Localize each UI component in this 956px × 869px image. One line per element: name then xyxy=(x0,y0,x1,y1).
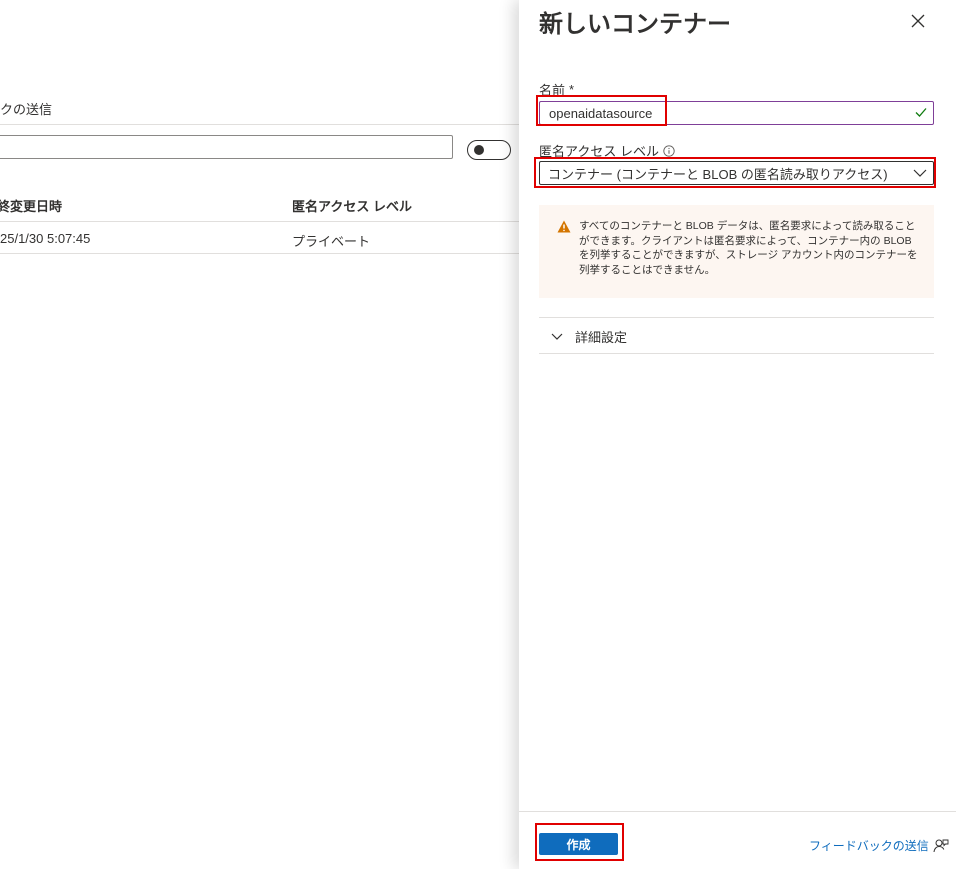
chevron-down-icon xyxy=(551,333,563,340)
feedback-link[interactable]: フィードバックの送信 xyxy=(809,837,949,854)
bg-column-header-modified[interactable]: 終変更日時 xyxy=(0,196,62,215)
advanced-divider-top xyxy=(539,317,934,318)
access-level-label-text: 匿名アクセス レベル xyxy=(539,144,659,159)
warning-icon xyxy=(557,220,571,233)
name-field-label: 名前 * xyxy=(539,80,574,99)
background-page: クの送信 終変更日時 匿名アクセス レベル 25/1/30 5:07:45 プラ… xyxy=(0,0,520,869)
bg-column-header-access-level[interactable]: 匿名アクセス レベル xyxy=(292,196,412,215)
advanced-divider-bottom xyxy=(539,353,934,354)
access-level-selected-value: コンテナー (コンテナーと BLOB の匿名読み取りアクセス) xyxy=(548,166,888,182)
bg-table-cell-modified: 25/1/30 5:07:45 xyxy=(0,231,91,246)
create-button[interactable]: 作成 xyxy=(539,833,618,855)
bg-search-input[interactable] xyxy=(0,135,453,159)
public-access-warning: すべてのコンテナーと BLOB データは、匿名要求によって読み取ることができます… xyxy=(539,205,934,298)
feedback-person-icon xyxy=(933,839,949,852)
close-button[interactable] xyxy=(905,8,931,34)
close-icon xyxy=(911,14,925,28)
bg-divider xyxy=(0,124,520,125)
container-name-input[interactable]: openaidatasource xyxy=(539,101,934,125)
checkmark-icon xyxy=(915,108,927,117)
name-label-text: 名前 xyxy=(539,83,566,98)
container-name-value: openaidatasource xyxy=(549,105,653,121)
advanced-settings-label: 詳細設定 xyxy=(575,329,628,345)
required-marker: * xyxy=(569,82,575,97)
access-level-dropdown[interactable]: コンテナー (コンテナーと BLOB の匿名読み取りアクセス) xyxy=(539,161,934,185)
toggle-knob xyxy=(474,145,484,155)
bg-toggle-switch[interactable] xyxy=(467,140,511,160)
bg-feedback-link[interactable]: クの送信 xyxy=(0,99,52,118)
chevron-down-icon xyxy=(913,169,927,177)
info-icon[interactable] xyxy=(663,144,675,157)
advanced-settings-toggle[interactable]: 詳細設定 xyxy=(551,326,627,346)
footer-divider xyxy=(519,811,956,812)
feedback-link-label: フィードバックの送信 xyxy=(809,839,929,853)
panel-title: 新しいコンテナー xyxy=(539,11,731,38)
bg-table-row-divider xyxy=(0,253,520,254)
access-level-label: 匿名アクセス レベル xyxy=(539,141,675,160)
warning-text: すべてのコンテナーと BLOB データは、匿名要求によって読み取ることができます… xyxy=(579,220,918,276)
bg-table-cell-access-level: プライベート xyxy=(292,234,371,249)
new-container-panel: 新しいコンテナー 名前 * openaidatasource 匿名アクセス レベ… xyxy=(519,0,956,869)
bg-table-header-divider xyxy=(0,221,520,222)
